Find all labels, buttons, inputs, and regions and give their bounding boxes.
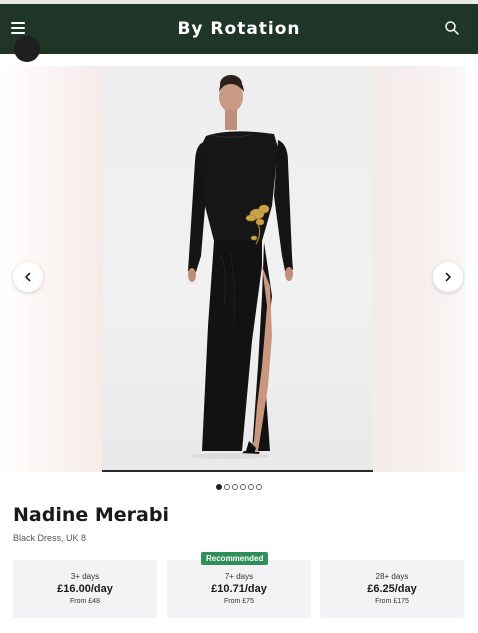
carousel-dot[interactable] [256, 484, 262, 490]
plan-total-price: From £75 [224, 598, 254, 605]
carousel-dot[interactable] [248, 484, 254, 490]
plan-daily-price: £10.71/day [211, 583, 267, 595]
slide-progress-bar [102, 470, 373, 472]
carousel-dot[interactable] [232, 484, 238, 490]
carousel-dot[interactable] [216, 484, 222, 490]
carousel-dot[interactable] [224, 484, 230, 490]
site-header: By Rotation [0, 4, 478, 54]
site-logo[interactable]: By Rotation [177, 19, 300, 39]
plan-duration: 28+ days [375, 572, 409, 581]
product-photo [102, 66, 373, 472]
rental-plan-7-days[interactable]: 7+ days £10.71/day From £75 [167, 560, 311, 618]
search-icon[interactable] [444, 20, 460, 36]
rental-pricing-options: 3+ days £16.00/day From £48 7+ days £10.… [13, 552, 465, 618]
chevron-right-icon [445, 272, 451, 282]
partial-circle-element [14, 36, 40, 62]
product-subtitle: Black Dress, UK 8 [13, 533, 87, 543]
plan-duration: 3+ days [70, 572, 100, 581]
plan-daily-price: £6.25/day [367, 583, 417, 595]
plan-total-price: From £175 [375, 598, 409, 605]
dress-model-illustration [188, 75, 293, 459]
chevron-left-icon [25, 272, 31, 282]
hamburger-menu-icon[interactable] [11, 22, 25, 34]
product-image-carousel[interactable] [0, 66, 478, 472]
rental-plan-28-days[interactable]: 28+ days £6.25/day From £175 [320, 560, 464, 618]
plan-duration: 7+ days [224, 572, 254, 581]
plan-total-price: From £48 [70, 598, 100, 605]
product-brand[interactable]: Nadine Merabi [13, 504, 169, 526]
plan-daily-price: £16.00/day [57, 583, 113, 595]
rental-plan-3-days[interactable]: 3+ days £16.00/day From £48 [13, 560, 157, 618]
previous-image-button[interactable] [13, 262, 43, 292]
next-image-button[interactable] [433, 262, 463, 292]
carousel-pagination [0, 484, 478, 490]
carousel-dot[interactable] [240, 484, 246, 490]
recommended-badge: Recommended [201, 552, 269, 565]
